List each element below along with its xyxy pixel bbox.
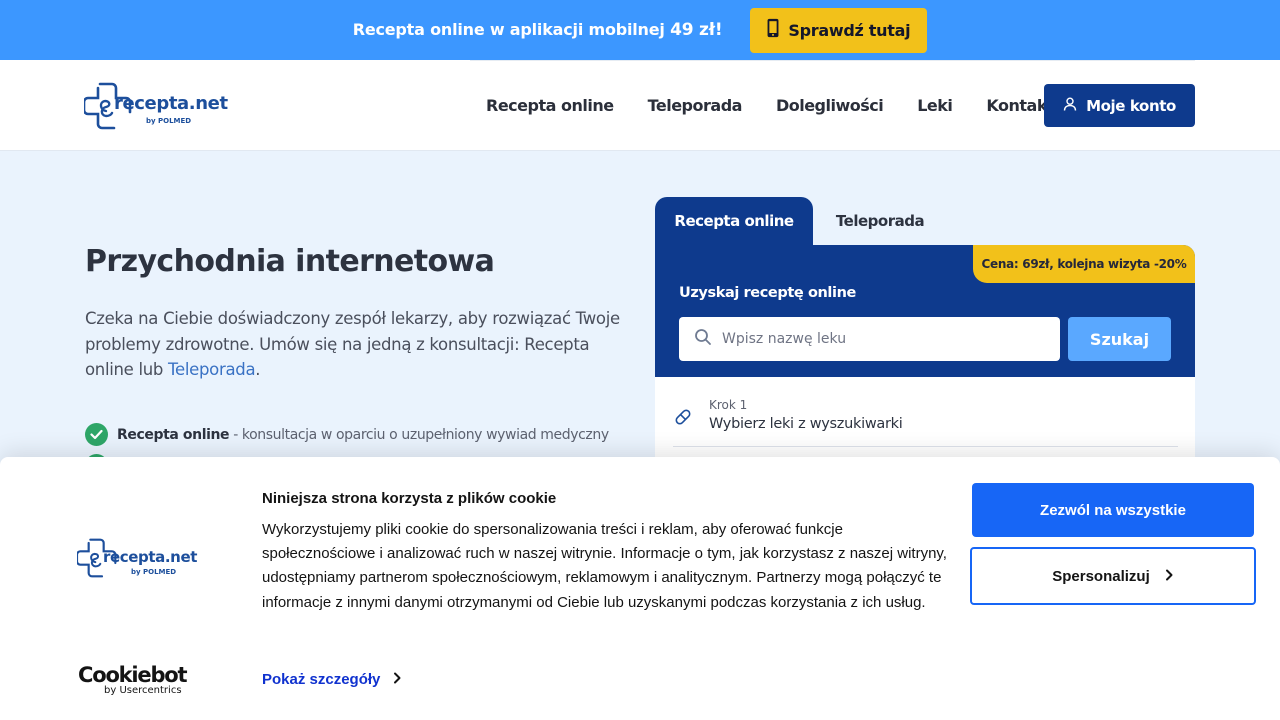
feature-title: Recepta online xyxy=(117,426,230,443)
cookie-logo-text: recepta.net xyxy=(103,548,197,566)
cookiebot-name: Cookiebot xyxy=(78,663,188,687)
step-number: Krok 1 xyxy=(709,398,748,412)
promo-message: Recepta online w aplikacji mobilnej xyxy=(352,20,665,39)
show-details-label: Pokaż szczegóły xyxy=(262,671,381,688)
search-button[interactable]: Szukaj xyxy=(1068,317,1171,361)
cookie-logo-byline: by POLMED xyxy=(131,568,177,576)
site-logo[interactable]: recepta.net by POLMED xyxy=(84,80,228,132)
feature-text: - konsultacja w oparciu o uzupełniony wy… xyxy=(229,426,609,443)
promo-bar: Recepta online w aplikacji mobilnej 49 z… xyxy=(0,0,1280,60)
smartphone-icon xyxy=(764,18,782,42)
show-details-link[interactable]: Pokaż szczegóły xyxy=(262,671,402,688)
header-divider xyxy=(470,60,1195,61)
cookie-site-logo: recepta.net by POLMED xyxy=(77,537,197,579)
allow-all-button[interactable]: Zezwól na wszystkie xyxy=(972,483,1254,537)
chevron-right-icon xyxy=(392,671,402,688)
chevron-right-icon xyxy=(1164,568,1174,585)
page-title: Przychodnia internetowa xyxy=(85,244,495,279)
check-here-button[interactable]: Sprawdź tutaj xyxy=(750,7,928,53)
tab-teleporada[interactable]: Teleporada xyxy=(813,197,947,245)
step-text: Wybierz leki z wyszukiwarki xyxy=(709,416,903,432)
cookie-text: Wykorzystujemy pliki cookie do spersonal… xyxy=(262,521,947,611)
nav-dolegliwosci[interactable]: Dolegliwości xyxy=(776,96,884,115)
promo-price: 49 zł! xyxy=(670,20,723,40)
tab-recepta-online[interactable]: Recepta online xyxy=(655,197,813,245)
cookiebot-byline: by Usercentrics xyxy=(104,685,182,696)
widget-heading: Uzyskaj receptę online xyxy=(679,285,856,301)
my-account-label: Moje konto xyxy=(1086,96,1176,115)
logo-byline: by POLMED xyxy=(146,117,192,125)
site-header: recepta.net by POLMED Recepta online Tel… xyxy=(0,60,1280,151)
my-account-button[interactable]: Moje konto xyxy=(1044,84,1195,127)
drug-search-input[interactable] xyxy=(722,331,1042,347)
nav-leki[interactable]: Leki xyxy=(917,96,953,115)
cookiebot-logo[interactable]: Cookiebot by Usercentrics xyxy=(78,663,188,696)
price-badge: Cena: 69zł, kolejna wizyta -20% xyxy=(973,245,1195,283)
checkmark-icon xyxy=(85,423,108,446)
user-icon xyxy=(1063,96,1077,115)
step-item: Krok 1 Wybierz leki z wyszukiwarki xyxy=(673,395,1178,447)
promo-text: Recepta online w aplikacji mobilnej 49 z… xyxy=(353,20,723,40)
logo-text: recepta.net xyxy=(114,93,228,114)
drug-search-field[interactable] xyxy=(679,317,1060,361)
customize-button[interactable]: Spersonalizuj xyxy=(970,547,1256,605)
check-here-label: Sprawdź tutaj xyxy=(788,20,911,40)
customize-label: Spersonalizuj xyxy=(1052,567,1150,585)
steps-list: Krok 1 Wybierz leki z wyszukiwarki xyxy=(655,377,1195,467)
main-nav: Recepta online Teleporada Dolegliwości L… xyxy=(486,96,1088,115)
hero-description-text: Czeka na Ciebie doświadczony zespół leka… xyxy=(85,309,620,379)
hero-description-end: . xyxy=(255,360,261,379)
feature-item: Recepta online - konsultacja w oparciu o… xyxy=(85,423,609,446)
search-icon xyxy=(694,328,712,350)
service-tabs: Recepta online Teleporada xyxy=(655,197,947,245)
cookie-banner: recepta.net by POLMED Cookiebot by Userc… xyxy=(0,457,1280,720)
cookie-title: Niniejsza strona korzysta z plików cooki… xyxy=(262,490,557,507)
teleporada-link[interactable]: Teleporada xyxy=(168,360,256,379)
nav-teleporada[interactable]: Teleporada xyxy=(648,96,743,115)
prescription-widget: Cena: 69zł, kolejna wizyta -20% Uzyskaj … xyxy=(655,245,1195,377)
hero-description: Czeka na Ciebie doświadczony zespół leka… xyxy=(85,306,630,383)
nav-recepta-online[interactable]: Recepta online xyxy=(486,96,614,115)
